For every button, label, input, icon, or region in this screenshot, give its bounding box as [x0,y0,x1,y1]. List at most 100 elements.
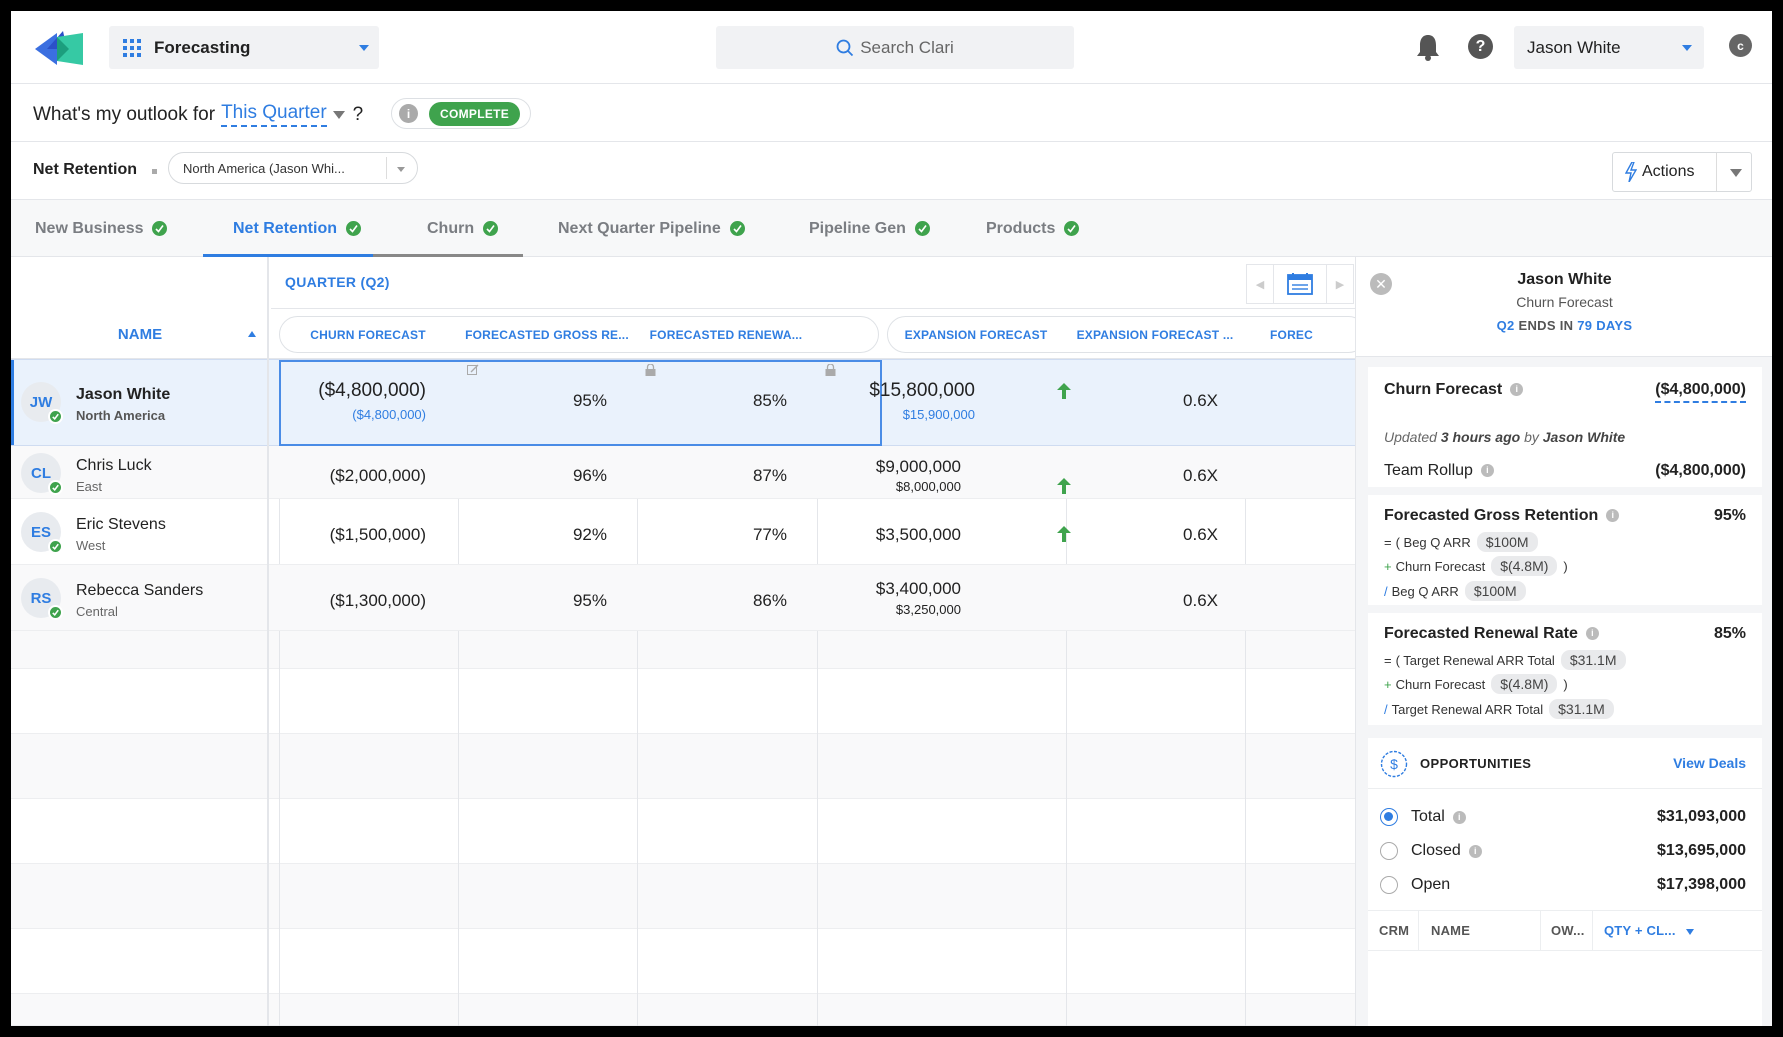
next-period-icon[interactable]: ▶ [1326,264,1354,304]
period-header: QUARTER (Q2) ◀ ▶ [271,257,1355,309]
top-bar: Forecasting Search Clari ? Jason White c [11,11,1772,84]
churn-forecast-value[interactable]: ($1,300,000) [330,591,426,611]
team-rollup-label: Team Rollup i [1384,462,1494,480]
expansion-forecast-value[interactable]: $9,000,000 [876,457,961,477]
expansion-forecast-value[interactable]: $3,500,000 [876,525,961,545]
churn-forecast-value[interactable]: ($2,000,000) [330,466,426,486]
col-forecasted-gross-retention[interactable]: FORECASTED GROSS RE... [458,316,636,353]
table-row[interactable]: JW Jason White North America ($4,800,000… [11,359,1355,446]
col-qty-close[interactable]: QTY + CL... [1604,923,1676,938]
gross-retention-value: 95% [572,391,607,410]
info-icon[interactable]: i [1510,383,1524,397]
outlook-suffix: ? [352,103,364,125]
separator-dot [152,169,157,174]
filter-bar: Net Retention North America (Jason Whi..… [11,142,1772,200]
churn-forecast-value[interactable]: ($4,800,000) [1655,381,1746,403]
col-crm[interactable]: CRM [1379,923,1409,938]
expansion-forecast-value[interactable]: $3,400,000 [876,579,961,599]
search-input[interactable]: Search Clari [716,26,1074,69]
person-name[interactable]: Rebecca Sanders [76,582,203,600]
chevron-down-icon [359,45,369,51]
forecast-tabs: New Business Net Retention Churn Next Qu… [11,200,1772,257]
status-badge: COMPLETE [429,101,521,126]
actions-chevron-icon[interactable] [1730,169,1742,177]
view-deals-link[interactable]: View Deals [1673,755,1746,771]
info-icon[interactable]: i [1585,627,1599,641]
chat-icon[interactable]: c [1729,34,1752,57]
churn-forecast-value[interactable]: ($1,500,000) [330,525,426,545]
tab-net-retention[interactable]: Net Retention [233,200,361,257]
prev-period-icon[interactable]: ◀ [1246,264,1274,304]
col-forecast-more[interactable]: FOREC [1270,316,1330,353]
expansion-multiple-value: 0.6X [1183,391,1218,410]
chevron-down-icon [1682,45,1692,51]
check-circle-icon [48,605,63,620]
name-column-header[interactable]: NAME [11,309,269,359]
formula-line: + Churn Forecast $(4.8M)) [1384,674,1568,694]
opportunities-card: $ OPPORTUNITIES View Deals Total i $31,09… [1368,738,1762,1026]
avatar-initials: JW [29,393,53,411]
arrow-up-icon [1057,478,1071,494]
closed-value: $13,695,000 [1657,842,1746,859]
table-row-empty [11,864,1355,929]
sort-asc-icon [248,331,256,337]
value-chip: $31.1M [1549,699,1614,719]
radio-total[interactable] [1380,808,1398,826]
info-icon[interactable]: i [1606,509,1620,523]
app-switcher[interactable]: Forecasting [109,26,379,69]
column-header-row: NAME CHURN FORECAST FORECASTED GROSS RE.… [11,309,1355,359]
clari-logo-icon[interactable] [33,29,85,69]
table-row[interactable]: ES Eric Stevens West ($1,500,000) 92% 77… [11,499,1355,565]
tab-churn[interactable]: Churn [427,200,499,257]
user-name: Jason White [1527,37,1621,57]
user-menu[interactable]: Jason White [1514,26,1704,69]
actions-button[interactable]: Actions [1612,152,1752,192]
info-icon[interactable]: i [1468,844,1482,858]
person-name[interactable]: Eric Stevens [76,516,166,534]
period-caret-icon[interactable] [332,110,345,119]
renewal-rate-value: 85% [752,391,787,410]
edit-icon[interactable] [467,364,479,376]
panel-person-name: Jason White [1517,271,1612,288]
info-icon[interactable]: i [1480,464,1494,478]
churn-forecast-title: Churn Forecast i [1384,381,1524,399]
col-forecasted-renewal-rate[interactable]: FORECASTED RENEWA... [637,316,815,353]
tab-label: Churn [427,219,475,237]
avatar-initials: CL [31,464,51,482]
col-churn-forecast[interactable]: CHURN FORECAST [279,316,457,353]
app-name: Forecasting [154,37,251,57]
forecast-table: QUARTER (Q2) ◀ ▶ NAME CHURN FORECAST FOR… [11,257,1355,1026]
info-icon[interactable]: i [399,104,418,123]
table-row[interactable]: CL Chris Luck East ($2,000,000) 96% 87% … [11,446,1355,499]
actions-label: Actions [1642,163,1695,180]
scope-dropdown[interactable]: North America (Jason Whi... [168,152,418,184]
renewal-rate-value: 85% [1713,625,1746,642]
gross-retention-title: Forecasted Gross Retention i [1384,507,1620,525]
tab-new-business[interactable]: New Business [35,200,168,257]
tab-pipeline-gen[interactable]: Pipeline Gen [809,200,930,257]
help-icon[interactable]: ? [1468,34,1493,59]
col-expansion-forecast-multiple[interactable]: EXPANSION FORECAST ... [1066,316,1244,353]
person-name[interactable]: Jason White [76,386,170,404]
col-owner[interactable]: OW... [1551,923,1585,938]
radio-closed[interactable] [1380,842,1398,860]
person-name[interactable]: Chris Luck [76,457,152,475]
calendar-icon[interactable] [1274,264,1326,304]
panel-subtitle: Churn Forecast [1516,294,1613,310]
expansion-forecast-value[interactable]: $15,800,000 [869,380,975,402]
table-row[interactable]: RS Rebecca Sanders Central ($1,300,000) … [11,565,1355,631]
tab-products[interactable]: Products [986,200,1080,257]
info-icon[interactable]: i [1452,810,1466,824]
bell-icon[interactable] [1416,33,1440,61]
period-selector[interactable]: This Quarter [221,102,327,127]
churn-forecast-value[interactable]: ($4,800,000) [318,380,426,402]
period-navigator: ◀ ▶ [1246,264,1354,304]
col-name[interactable]: NAME [1431,923,1470,938]
period-quarter: Q2 [1496,318,1515,333]
radio-open[interactable] [1380,876,1398,894]
col-expansion-forecast[interactable]: EXPANSION FORECAST [887,316,1065,353]
open-value: $17,398,000 [1657,876,1746,893]
tab-next-quarter-pipeline[interactable]: Next Quarter Pipeline [558,200,745,257]
table-row-empty [11,669,1355,734]
panel-header: ✕ Jason White Churn Forecast Q2 ENDS IN … [1356,257,1772,357]
